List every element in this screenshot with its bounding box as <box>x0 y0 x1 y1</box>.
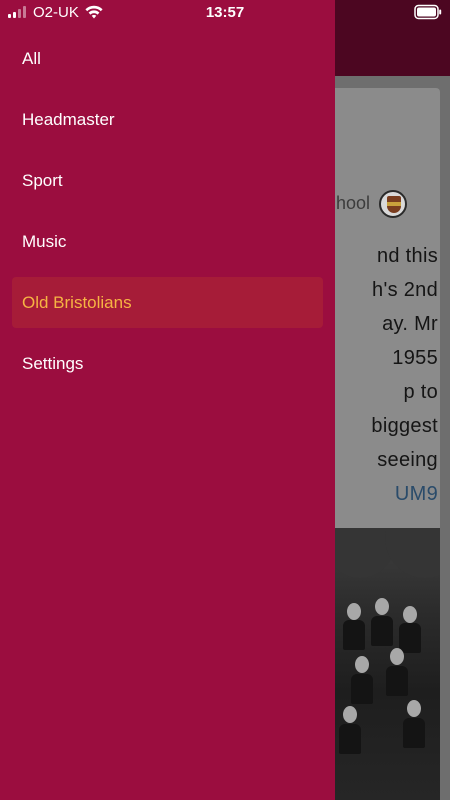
menu-item-all[interactable]: All <box>12 33 323 84</box>
navigation-drawer: All Headmaster Sport Music Old Bristolia… <box>0 0 335 800</box>
menu-item-headmaster[interactable]: Headmaster <box>12 94 323 145</box>
status-time: 13:57 <box>205 4 245 21</box>
menu-item-sport[interactable]: Sport <box>12 155 323 206</box>
card-text-line: seeing <box>377 449 438 471</box>
status-bar: O2-UK 13:57 <box>0 0 450 26</box>
card-photo[interactable] <box>335 528 440 800</box>
card-text-line: biggest <box>371 415 438 437</box>
menu-item-music[interactable]: Music <box>12 216 323 267</box>
card-text-line: h's 2nd <box>372 279 438 301</box>
card-text-line: 1955 <box>392 347 438 369</box>
menu-item-settings[interactable]: Settings <box>12 338 323 389</box>
battery-icon <box>414 4 442 20</box>
card-text-line: p to <box>403 381 438 403</box>
menu-item-old-bristolians[interactable]: Old Bristolians <box>12 277 323 328</box>
card-text-line: ay. Mr <box>382 313 438 335</box>
card-text-line: nd this <box>376 245 438 267</box>
school-crest-icon <box>379 190 407 218</box>
card-link[interactable]: UM9 <box>395 483 438 506</box>
app-screen: hool nd this h's 2nd ay. Mr 1955 p to bi… <box>0 0 450 800</box>
drawer-menu: All Headmaster Sport Music Old Bristolia… <box>0 33 335 399</box>
